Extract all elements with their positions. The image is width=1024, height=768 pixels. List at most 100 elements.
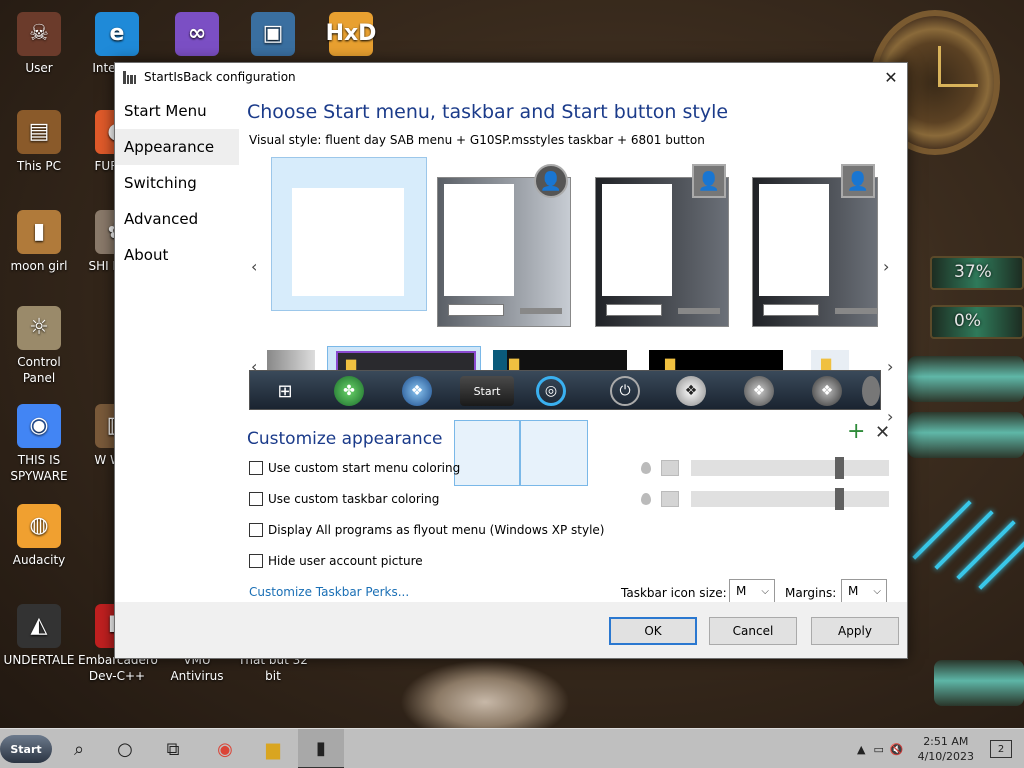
slider-thumb[interactable]: [835, 488, 844, 510]
desktop-app-icon: ▤: [17, 110, 61, 154]
grey-orb-button-style[interactable]: ❖: [744, 376, 774, 406]
gauge-value-1: 37%: [954, 262, 992, 282]
clover-button-style[interactable]: ✤: [334, 376, 364, 406]
customize-taskbar-perks-link[interactable]: Customize Taskbar Perks...: [249, 585, 409, 599]
apply-button[interactable]: Apply: [811, 617, 899, 645]
nav-about[interactable]: About: [115, 237, 239, 273]
desktop-icon-label: UNDERTALE: [3, 653, 75, 667]
menu-preview-panel: [444, 184, 514, 296]
button-selection-highlight: [454, 420, 520, 486]
clock-hand: [938, 84, 978, 87]
checkbox-icon[interactable]: [249, 523, 263, 537]
droplet-icon: [641, 462, 651, 474]
start-button-styles: ⊞ ✤ ❖ Start ◎ ⏻ ❖ ❖ ❖: [249, 370, 881, 410]
chevron-down-icon: ⌵: [761, 585, 769, 597]
start-button[interactable]: Start: [0, 735, 52, 763]
desktop-icon[interactable]: ◍ Audacity: [0, 504, 78, 568]
add-icon[interactable]: +: [847, 419, 865, 444]
tube-decoration: [908, 356, 1024, 402]
start-text-button-style[interactable]: Start: [460, 376, 514, 406]
color-swatch[interactable]: [661, 491, 679, 507]
checkbox-icon[interactable]: [249, 492, 263, 506]
settings-nav: Start Menu Appearance Switching Advanced…: [115, 93, 239, 273]
nav-appearance[interactable]: Appearance: [115, 129, 239, 165]
checkbox-label: Hide user account picture: [268, 554, 423, 568]
windows-logo-button-style[interactable]: ⊞: [270, 376, 300, 406]
notification-center-icon[interactable]: 2: [990, 740, 1012, 758]
prev-menu-style-arrow[interactable]: ‹: [251, 257, 257, 276]
close-icon[interactable]: ✕: [875, 63, 907, 91]
checkbox-icon[interactable]: [249, 554, 263, 568]
desktop-icon[interactable]: ∞: [158, 12, 236, 60]
chrome-icon[interactable]: ◉: [202, 729, 248, 768]
custom-start-menu-coloring[interactable]: Use custom start menu coloring: [249, 461, 460, 475]
menu-style-3[interactable]: 👤: [595, 164, 729, 327]
custom-taskbar-coloring[interactable]: Use custom taskbar coloring: [249, 492, 439, 506]
start-text-label: Start: [473, 384, 501, 398]
ok-button[interactable]: OK: [609, 617, 697, 645]
menu-preview-search: [606, 304, 662, 316]
cortana-icon[interactable]: ○: [102, 729, 148, 768]
desktop-app-icon: ▮: [17, 210, 61, 254]
xp-orb-button-style[interactable]: ❖: [676, 376, 706, 406]
clock-hand: [938, 46, 941, 86]
desktop-icon[interactable]: ▤ This PC: [0, 110, 78, 174]
clock-date: 4/10/2023: [917, 750, 974, 763]
network-icon[interactable]: ▭: [873, 743, 883, 756]
icon-size-select[interactable]: M ⌵: [729, 579, 775, 603]
next-taskbar-style-arrow[interactable]: ›: [887, 357, 893, 376]
beam-decoration: [978, 530, 1024, 590]
desktop-icon-label: THIS IS SPYWARE: [10, 453, 68, 483]
desktop-icon[interactable]: ▮ moon girl: [0, 210, 78, 274]
hand-decoration: [400, 660, 570, 730]
desktop-icon[interactable]: HxD: [312, 12, 390, 60]
hide-user-picture[interactable]: Hide user account picture: [249, 554, 423, 568]
nav-start-menu[interactable]: Start Menu: [115, 93, 239, 129]
search-icon[interactable]: ⌕: [56, 729, 102, 768]
desktop-icon[interactable]: ☠ User: [0, 12, 78, 76]
vista-orb-button-style[interactable]: ❖: [402, 376, 432, 406]
color-swatch[interactable]: [661, 460, 679, 476]
menu-style-fluent[interactable]: [271, 157, 427, 311]
taskbar-opacity-slider[interactable]: [691, 488, 889, 510]
power-button-style[interactable]: ⏻: [610, 376, 640, 406]
dark-orb-button-style[interactable]: ❖: [812, 376, 842, 406]
start-menu-opacity-slider[interactable]: [691, 457, 889, 479]
volume-muted-icon[interactable]: 🔇: [890, 743, 904, 756]
desktop-app-icon: HxD: [326, 12, 376, 56]
tube-decoration: [934, 660, 1024, 706]
slider-thumb[interactable]: [835, 457, 844, 479]
show-hidden-icons-icon[interactable]: ▲: [857, 743, 865, 756]
margins-select[interactable]: M ⌵: [841, 579, 887, 603]
desktop-icon[interactable]: ☼ Control Panel: [0, 306, 78, 386]
nav-switching[interactable]: Switching: [115, 165, 239, 201]
desktop-icon[interactable]: ◉ THIS IS SPYWARE: [0, 404, 78, 484]
visual-style-label: Visual style: fluent day SAB menu + G10S…: [249, 133, 705, 147]
partial-button-style[interactable]: [862, 376, 880, 406]
task-view-icon[interactable]: ⧉: [150, 729, 196, 768]
next-menu-style-arrow[interactable]: ›: [883, 257, 889, 276]
nav-advanced[interactable]: Advanced: [115, 201, 239, 237]
menu-style-4[interactable]: 👤: [752, 164, 878, 327]
checkbox-icon[interactable]: [249, 461, 263, 475]
clock[interactable]: 2:51 AM 4/10/2023: [918, 734, 974, 764]
startisback-taskbar-icon[interactable]: ▮: [298, 729, 344, 768]
tube-decoration: [908, 412, 1024, 458]
flyout-all-programs[interactable]: Display All programs as flyout menu (Win…: [249, 523, 604, 537]
title-bar[interactable]: StartIsBack configuration ✕: [115, 63, 907, 91]
beam-decoration: [934, 510, 994, 570]
taskbar-color-slider-row: [641, 488, 889, 510]
start-label: Start: [10, 742, 42, 756]
checkbox-label: Display All programs as flyout menu (Win…: [268, 523, 605, 537]
cancel-button[interactable]: Cancel: [709, 617, 797, 645]
beam-decoration: [912, 500, 972, 560]
desktop-app-icon: ◭: [17, 604, 61, 648]
remove-icon[interactable]: ✕: [875, 422, 890, 443]
desktop-app-icon: ◍: [17, 504, 61, 548]
desktop-icon[interactable]: ◭ UNDERTALE: [0, 604, 78, 668]
desktop-icon[interactable]: ▣: [234, 12, 312, 60]
menu-style-2[interactable]: 👤: [437, 164, 571, 327]
ring-button-style[interactable]: ◎: [536, 376, 566, 406]
menu-preview-panel: [759, 184, 829, 296]
file-explorer-icon[interactable]: ▆: [250, 729, 296, 768]
